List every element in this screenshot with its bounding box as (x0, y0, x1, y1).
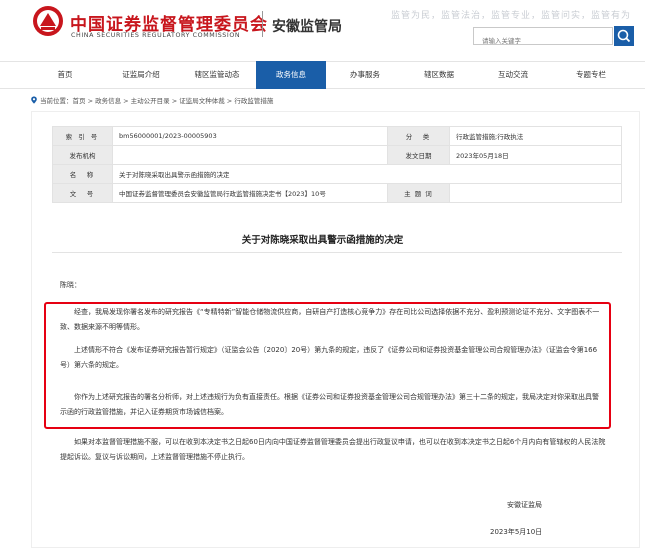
bureau-name: 安徽监管局 (272, 19, 342, 35)
nav-item-regulatory-news[interactable]: 辖区监管动态 (180, 62, 254, 89)
nav-item-home[interactable]: 首页 (30, 62, 100, 89)
meta-name-value: 关于对陈晓采取出具警示函措施的决定 (112, 164, 622, 184)
header-divider (262, 11, 263, 37)
breadcrumb-text[interactable]: 当前位置：首页 > 政务信息 > 主动公开目录 > 证监局文种体裁 > 行政监管… (40, 97, 273, 105)
nav-item-bureau-intro[interactable]: 证监局介绍 (106, 62, 176, 89)
paragraph-findings: 经查，我局发现你署名发布的研究报告《“专精特新”智能仓储物流供应商，自研自产打造… (60, 308, 600, 331)
nav-item-special-topics[interactable]: 专题专栏 (556, 62, 626, 89)
org-name-en: CHINA SECURITIES REGULATORY COMMISSION (71, 32, 241, 39)
paragraph-appeal-rights: 如果对本监督管理措施不服，可以在收到本决定书之日起60日内向中国证券监督管理委员… (60, 438, 606, 461)
location-pin-icon (31, 96, 37, 104)
header-background-slogan: 监管为民，监管法治，监管专业，监管问实，监管有为 (390, 11, 631, 21)
csrc-emblem-icon (33, 6, 63, 36)
main-nav: 首页 证监局介绍 辖区监管动态 政务信息 办事服务 辖区数据 互动交流 专题专栏 (0, 61, 645, 89)
meta-keyword-label: 主 题 词 (387, 183, 450, 203)
meta-docno-label: 文 号 (52, 183, 113, 203)
search-icon (617, 29, 631, 43)
paragraph-violation: 上述情形不符合《发布证券研究报告暂行规定》（证监会公告〔2020〕20号）第九条… (60, 346, 598, 369)
meta-keyword-value (449, 183, 622, 203)
nav-item-data[interactable]: 辖区数据 (404, 62, 474, 89)
nav-item-gov-info[interactable]: 政务信息 (256, 61, 326, 89)
document-title: 关于对陈晓采取出具警示函措施的决定 (241, 235, 404, 246)
meta-category-value: 行政监管措施;行政执法 (449, 126, 622, 146)
meta-issuer-label: 发布机构 (52, 145, 113, 165)
meta-date-value: 2023年05月18日 (449, 145, 622, 165)
meta-index-value: bm56000001/2023-00005903 (112, 126, 388, 146)
search-input[interactable] (474, 33, 612, 49)
signer: 安徽证监局 (507, 501, 542, 509)
meta-index-label: 索 引 号 (52, 126, 113, 146)
nav-item-services[interactable]: 办事服务 (330, 62, 400, 89)
meta-date-label: 发文日期 (387, 145, 450, 165)
breadcrumb: 当前位置：首页 > 政务信息 > 主动公开目录 > 证监局文种体裁 > 行政监管… (30, 95, 273, 105)
meta-category-label: 分 类 (387, 126, 450, 146)
meta-docno-value: 中国证券监督管理委员会安徽监管局行政监管措施决定书【2023】10号 (112, 183, 388, 203)
sign-date: 2023年5月10日 (490, 528, 543, 536)
nav-item-interaction[interactable]: 互动交流 (478, 62, 548, 89)
search-box (473, 27, 613, 49)
title-divider (52, 252, 622, 253)
search-button[interactable] (614, 26, 634, 46)
document-meta-table: 索 引 号 bm56000001/2023-00005903 分 类 行政监管措… (52, 126, 622, 203)
meta-name-label: 名 称 (52, 164, 113, 184)
paragraph-decision: 你作为上述研究报告的署名分析师，对上述违规行为负有直接责任。根据《证券公司和证券… (60, 393, 599, 416)
site-header: 监管为民，监管法治，监管专业，监管问实，监管有为 中国证券监督管理委员会 CHI… (0, 0, 645, 56)
meta-issuer-value (112, 145, 388, 165)
salutation: 陈晓： (60, 281, 81, 289)
